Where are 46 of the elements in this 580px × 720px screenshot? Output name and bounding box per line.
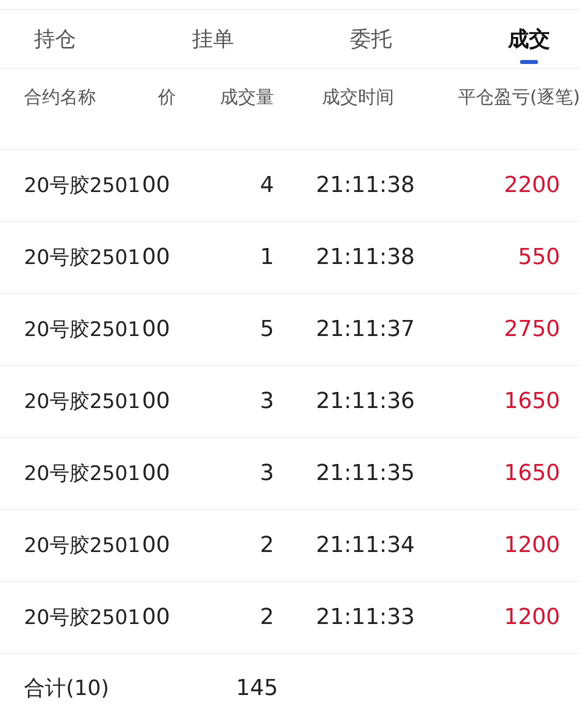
table-cell-text: 20号胶2501 (24, 316, 142, 343)
table-cell-text: 21:11:38 (315, 245, 416, 270)
table-cell-text: 1650 (503, 461, 560, 486)
column-header: 价 (157, 86, 177, 109)
table-cell-text: 2 (259, 605, 274, 630)
table-cell-text: 20号胶2501 (24, 532, 142, 559)
table-cell-text: 00 (142, 317, 171, 342)
total-volume: 145 (235, 676, 274, 700)
table-cell-text: 21:11:33 (315, 605, 416, 630)
table-cell-text: 20号胶2501 (24, 460, 142, 487)
column-header: 成交量 (219, 86, 274, 109)
table-cell-text: 1200 (503, 605, 560, 630)
table-cell-text: 5 (259, 317, 274, 342)
table-cell-text: 20号胶2501 (24, 244, 142, 271)
table-cell-text: 3 (259, 461, 274, 486)
table-cell-text: 00 (142, 605, 171, 630)
table-cell-text: 3 (259, 389, 274, 414)
column-header: 合约名称 (24, 86, 97, 109)
table-cell-text: 21:11:35 (315, 461, 416, 486)
table-cell-text: 2750 (503, 317, 560, 342)
table-cell-text: 1 (259, 245, 274, 270)
table-cell-text: 2 (259, 533, 274, 558)
column-header: 成交时间 (321, 86, 395, 109)
table-cell-text: 00 (142, 173, 171, 198)
table-cell-text: 00 (142, 533, 171, 558)
table-cell-text: 20号胶2501 (24, 604, 142, 631)
total-label: 合计(10) (24, 675, 110, 702)
table-cell-text: 1200 (503, 533, 560, 558)
table-cell-text: 2200 (503, 173, 560, 198)
tab[interactable]: 挂单 (192, 10, 234, 68)
table-cell-text: 20号胶2501 (24, 388, 142, 415)
tab[interactable]: 委托 (350, 10, 392, 68)
table-cell-text: 00 (142, 461, 171, 486)
table-cell-text: 4 (259, 173, 274, 198)
tab[interactable]: 成交 (508, 10, 550, 68)
table-cell-text: 1650 (503, 389, 560, 414)
table-cell-text: 00 (142, 245, 171, 270)
table-cell-text: 21:11:37 (315, 317, 416, 342)
table-cell-text: 21:11:38 (315, 173, 416, 198)
table-cell-text: 20号胶2501 (24, 172, 142, 199)
tab[interactable]: 持仓 (34, 10, 76, 68)
column-header: 平仓盈亏(逐笔) (456, 86, 580, 109)
table-cell-text: 21:11:34 (315, 533, 416, 558)
table-cell-text: 550 (517, 245, 560, 270)
table-cell-text: 00 (142, 389, 171, 414)
table-cell-text: 21:11:36 (315, 389, 416, 414)
